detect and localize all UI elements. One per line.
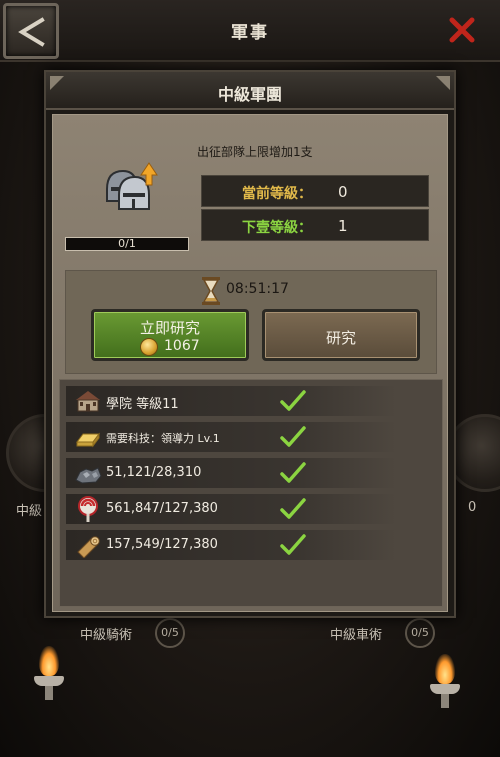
research-button[interactable]: 研究 xyxy=(262,309,420,361)
bg-tech-count-chariot: 0/5 xyxy=(405,618,435,648)
page-title: 軍事 xyxy=(231,23,269,43)
instant-research-button[interactable]: 立即研究 1067 xyxy=(91,309,249,361)
dialog-title: 中級軍團 xyxy=(217,85,282,104)
requirement-text: 51,121/28,310 xyxy=(106,465,202,480)
next-level-row: 下壹等級： 1 xyxy=(201,209,429,241)
check-icon xyxy=(280,461,306,489)
requirement-row: 需要科技：領導力 Lv.1 xyxy=(66,422,396,452)
food-icon xyxy=(74,496,102,522)
torch-icon xyxy=(428,654,462,714)
dialog-body: 0/1 出征部隊上限增加1支 當前等級： 0 下壹等級： 1 08:51:17 … xyxy=(52,114,448,612)
research-panel: 08:51:17 立即研究 1067 研究 xyxy=(65,270,437,374)
instant-research-cost: 1067 xyxy=(164,338,200,354)
progress-text: 0/1 xyxy=(118,237,136,250)
requirement-row: 561,847/127,380 xyxy=(66,494,396,524)
hourglass-icon xyxy=(200,276,222,310)
check-icon xyxy=(280,497,306,525)
dialog-header: 中級軍團 xyxy=(46,72,454,110)
requirement-row: 學院 等級11 xyxy=(66,386,396,416)
tech-description: 出征部隊上限增加1支 xyxy=(197,145,313,159)
bg-tech-node-right-label: 0 xyxy=(468,500,477,515)
check-icon xyxy=(280,533,306,561)
requirement-row: 51,121/28,310 xyxy=(66,458,396,488)
current-level-value: 0 xyxy=(338,183,348,201)
check-icon xyxy=(280,425,306,453)
check-icon xyxy=(280,389,306,417)
close-icon xyxy=(449,17,475,43)
torch-icon xyxy=(32,646,66,706)
requirement-text: 學院 等級11 xyxy=(106,397,179,412)
gold-coin-icon xyxy=(140,338,158,356)
bg-tech-count-cavalry: 0/5 xyxy=(155,618,185,648)
current-level-label: 當前等級： xyxy=(242,186,312,202)
requirement-text: 157,549/127,380 xyxy=(106,537,218,552)
instant-research-label: 立即研究 xyxy=(139,319,200,337)
research-label: 研究 xyxy=(325,329,356,347)
next-level-value: 1 xyxy=(338,217,348,235)
tech-detail-dialog: 中級軍團 0/1 出征部隊上限增加1支 當前等級： 0 下壹等級： 1 08:5… xyxy=(44,70,456,618)
requirement-row: 157,549/127,380 xyxy=(66,530,396,560)
wood-icon xyxy=(74,532,102,559)
requirement-text: 561,847/127,380 xyxy=(106,501,218,516)
research-timer: 08:51:17 xyxy=(226,281,289,297)
next-level-label: 下壹等級： xyxy=(242,220,312,236)
requirement-text: 需要科技：領導力 Lv.1 xyxy=(106,432,220,445)
academy-icon xyxy=(74,388,102,414)
bg-tech-label-chariot: 中級車術 xyxy=(330,628,383,643)
close-button[interactable] xyxy=(446,14,478,46)
helmet-upgrade-icon xyxy=(99,159,163,223)
requirements-list: 學院 等級11 需要科技：領導力 Lv.1 51,121/28,310 561,… xyxy=(59,379,443,607)
current-level-row: 當前等級： 0 xyxy=(201,175,429,207)
bg-tech-label-cavalry: 中級騎術 xyxy=(80,628,133,643)
bg-tech-node-left-label: 中級 xyxy=(16,504,43,519)
iron-ore-icon xyxy=(74,460,102,486)
gold-bar-icon xyxy=(74,424,102,450)
top-bar: 軍事 xyxy=(0,0,500,62)
